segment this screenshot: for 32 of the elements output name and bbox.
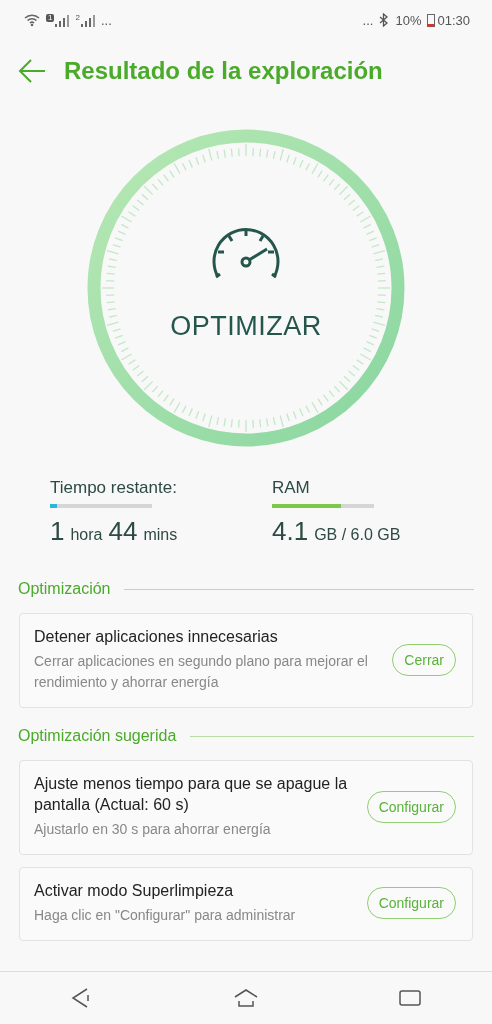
signal-icon	[80, 13, 95, 27]
card-description: Haga clic en "Configurar" para administrar	[34, 906, 297, 925]
more-indicator: ...	[100, 12, 112, 28]
card-description: Cerrar aplicaciones en segundo plano para mejorar el rendimiento y ahorrar energía	[34, 652, 369, 692]
section-title: Optimización sugerida	[18, 727, 177, 745]
stat-unit: mins	[143, 526, 178, 544]
card-title: Ajuste menos tiempo para que se apague la pantalla (Actual: 60 s)	[34, 774, 349, 815]
wifi-icon	[24, 13, 40, 27]
battery-icon	[427, 13, 436, 27]
stat-label: RAM	[272, 478, 311, 498]
card-description: Ajustarlo en 30 s para ahorrar energía	[34, 820, 272, 839]
stat-value: 4.1	[272, 516, 309, 547]
bluetooth-icon	[379, 13, 390, 27]
back-arrow-icon[interactable]	[18, 59, 46, 83]
recents-icon[interactable]	[397, 987, 423, 1009]
clock: 01:30	[437, 12, 470, 28]
sim-label: 2	[75, 13, 80, 22]
stat-value: 1	[50, 516, 65, 547]
card-title: Activar modo Superlimpieza	[34, 881, 235, 901]
sim-label: 1	[46, 13, 55, 22]
signal-icon	[55, 13, 70, 27]
section-title: Optimización	[18, 580, 111, 598]
screen-title: Resultado de la exploración	[64, 57, 383, 85]
stat-label: Tiempo restante:	[50, 478, 178, 498]
card-title: Detener aplicaciones innecesarias	[34, 627, 279, 647]
more-indicator: ...	[362, 12, 374, 28]
optimize-label[interactable]: OPTIMIZAR	[170, 310, 322, 342]
stat-unit: hora	[70, 526, 103, 544]
home-icon[interactable]	[233, 987, 259, 1009]
stat-unit: GB / 6.0 GB	[314, 526, 401, 544]
stat-value: 44	[108, 516, 138, 547]
battery-percentage: 10%	[395, 12, 422, 28]
